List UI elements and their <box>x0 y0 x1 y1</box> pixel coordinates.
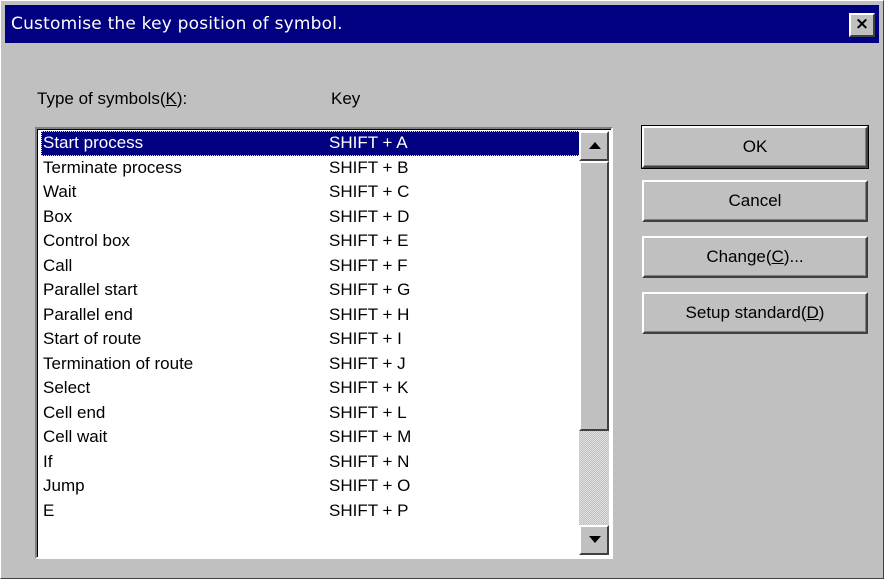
symbol-key: SHIFT + J <box>329 353 406 373</box>
list-item[interactable]: Cell wait SHIFT + M <box>41 425 585 450</box>
list-item[interactable]: Cell end SHIFT + L <box>41 401 585 426</box>
symbols-listbox[interactable]: Start process SHIFT + A Terminate process S… <box>35 127 613 559</box>
symbol-name: Select <box>43 378 91 397</box>
symbol-key: SHIFT + A <box>329 133 408 152</box>
list-item[interactable]: Parallel start SHIFT + G <box>41 278 585 303</box>
list-item[interactable]: Wait SHIFT + C <box>41 180 585 205</box>
window-title: Customise the key position of symbol. <box>11 14 343 34</box>
symbol-key: SHIFT + O <box>329 476 411 495</box>
symbol-name: Cell end <box>43 402 106 422</box>
cancel-button[interactable]: Cancel <box>642 180 868 222</box>
symbol-key: SHIFT + G <box>329 280 411 299</box>
symbol-name: Control box <box>43 231 130 250</box>
list-item[interactable]: Box SHIFT + D <box>41 205 585 230</box>
list-item[interactable]: Control box SHIFT + E <box>41 229 585 254</box>
symbol-key: SHIFT + E <box>329 231 409 250</box>
list-item[interactable]: Jump SHIFT + O <box>41 474 585 499</box>
scroll-up-button[interactable] <box>579 131 609 161</box>
symbol-key: SHIFT + K <box>329 378 409 397</box>
symbol-name: Jump <box>43 476 85 495</box>
mnemonic-k: K <box>165 89 177 108</box>
list-item[interactable]: If SHIFT + N <box>41 450 585 475</box>
symbol-name: Call <box>43 255 73 275</box>
scrollbar-thumb[interactable] <box>579 161 609 431</box>
ok-button[interactable]: OK <box>641 125 869 169</box>
list-item[interactable]: Call SHIFT + F <box>41 254 585 279</box>
list-item[interactable]: Start process SHIFT + A <box>41 131 585 156</box>
key-column-header: Key <box>331 89 361 108</box>
mnemonic-c: C <box>771 247 784 266</box>
symbol-key: SHIFT + I <box>329 329 402 348</box>
symbol-key: SHIFT + M <box>329 427 412 446</box>
arrow-up-icon <box>589 142 601 149</box>
list-item[interactable]: Start of route SHIFT + I <box>41 327 585 352</box>
symbol-key: SHIFT + F <box>329 255 408 275</box>
symbol-name: Start of route <box>43 329 142 348</box>
change-button[interactable]: Change(C)... <box>642 236 868 278</box>
close-button[interactable]: × <box>849 13 875 37</box>
symbol-name: Parallel start <box>43 280 138 299</box>
symbol-name: E <box>43 500 55 520</box>
symbol-name: If <box>43 451 53 471</box>
arrow-down-icon <box>589 536 601 543</box>
symbol-key: SHIFT + L <box>329 402 407 422</box>
symbol-key: SHIFT + B <box>329 157 409 177</box>
dialog-window: Customise the key position of symbol. × … <box>0 0 884 579</box>
list-rows: Start process SHIFT + A Terminate process S… <box>41 131 585 523</box>
symbol-key: SHIFT + C <box>329 182 410 201</box>
symbol-key: SHIFT + P <box>329 500 409 520</box>
symbol-name: Termination of route <box>43 353 194 373</box>
symbol-key: SHIFT + H <box>329 304 410 324</box>
list-item[interactable]: Termination of route SHIFT + J <box>41 352 585 377</box>
symbol-name: Cell wait <box>43 427 108 446</box>
title-bar[interactable]: Customise the key position of symbol. × <box>5 5 879 43</box>
symbol-name: Wait <box>43 182 77 201</box>
symbol-name: Terminate process <box>43 157 182 177</box>
list-item[interactable]: Select SHIFT + K <box>41 376 585 401</box>
symbol-key: SHIFT + D <box>329 206 410 226</box>
scroll-down-button[interactable] <box>579 525 609 555</box>
symbol-name: Box <box>43 206 73 226</box>
vertical-scrollbar[interactable] <box>579 131 609 555</box>
symbol-name: Start process <box>43 133 144 152</box>
setup-standard-button[interactable]: Setup standard(D) <box>642 292 868 334</box>
symbol-name: Parallel end <box>43 304 133 324</box>
symbols-list-label: Type of symbols(K): <box>37 89 188 108</box>
list-item[interactable]: E SHIFT + P <box>41 499 585 524</box>
list-item[interactable]: Parallel end SHIFT + H <box>41 303 585 328</box>
symbol-key: SHIFT + N <box>329 451 410 471</box>
close-icon: × <box>854 14 870 34</box>
list-item[interactable]: Terminate process SHIFT + B <box>41 156 585 181</box>
mnemonic-d: D <box>806 303 819 322</box>
